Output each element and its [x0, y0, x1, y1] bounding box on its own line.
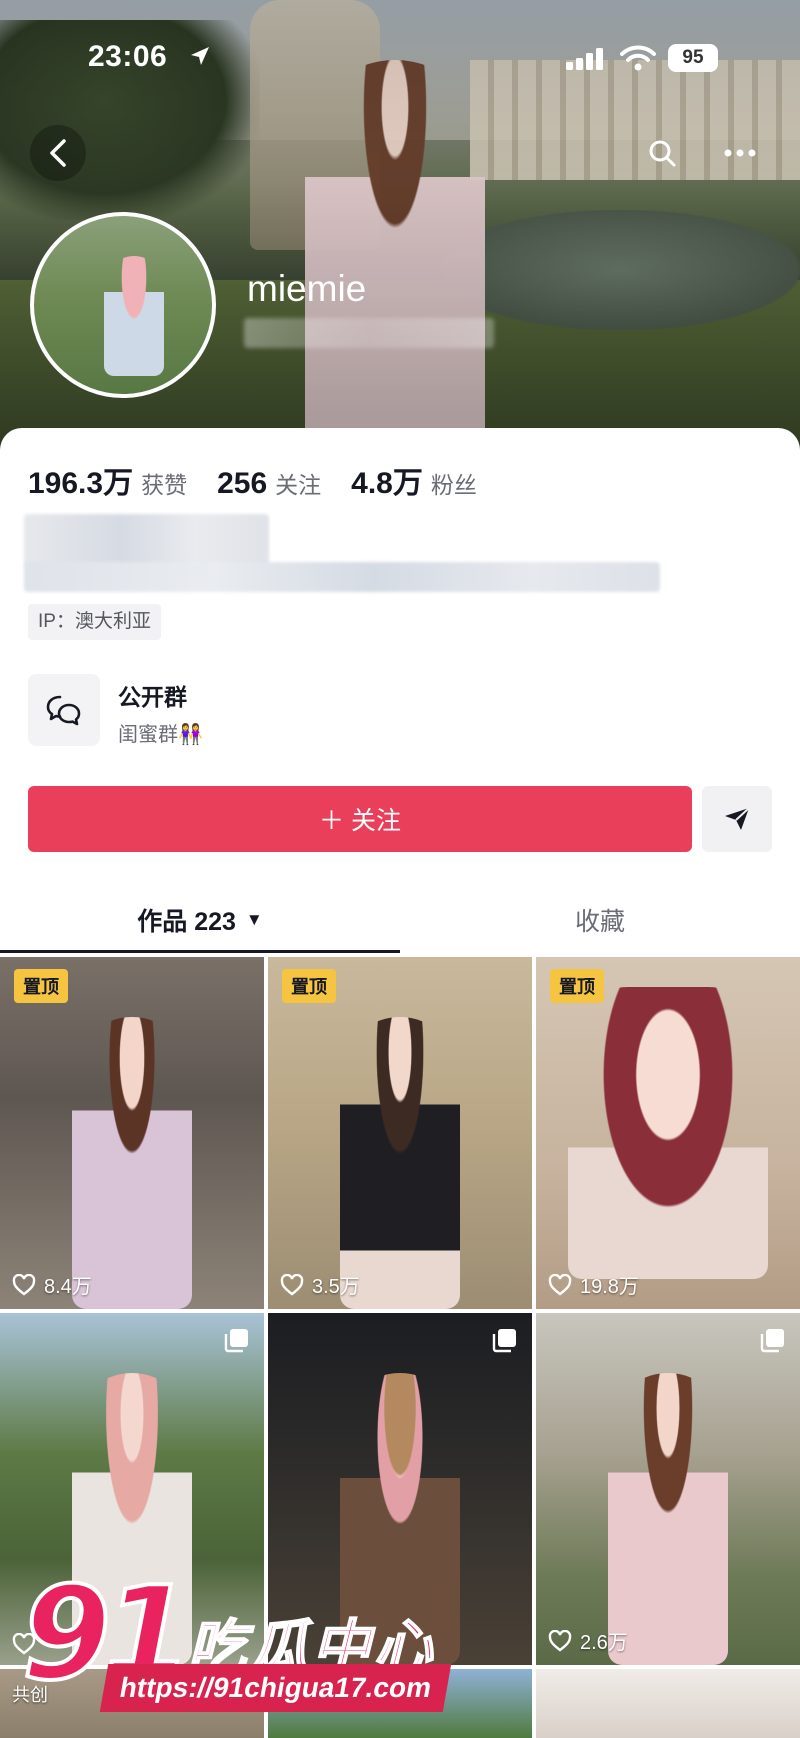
video-likes-count: 19.8万 [580, 1276, 639, 1298]
tab-works-label: 作品 223 [137, 908, 236, 936]
video-tile[interactable]: 置顶 19.8万 [536, 957, 800, 1309]
heart-icon [280, 1273, 304, 1296]
video-tile[interactable] [0, 1313, 264, 1665]
stat-likes-label: 获赞 [141, 472, 188, 498]
pinned-badge: 置顶 [14, 969, 68, 1003]
bio-redacted-line1 [24, 514, 269, 568]
bio-redacted-line2 [24, 562, 660, 592]
stat-followers[interactable]: 4.8万 粉丝 [351, 458, 477, 502]
heart-icon [12, 1633, 36, 1655]
video-thumbnail [268, 1669, 532, 1738]
stat-following-label: 关注 [275, 472, 322, 498]
content-tabs: 作品 223 ▼ 收藏 [0, 890, 800, 950]
video-likes: 2.6万 [548, 1626, 628, 1655]
video-likes: 8.4万 [12, 1270, 92, 1299]
video-likes: 3.5万 [280, 1270, 360, 1299]
tab-active-indicator [0, 950, 400, 953]
video-tile[interactable]: 置顶 3.5万 [268, 957, 532, 1309]
video-thumbnail [536, 1669, 800, 1738]
battery-indicator: 95 [668, 44, 718, 72]
video-tile[interactable]: 共创 [0, 1669, 264, 1738]
video-tile[interactable] [268, 1669, 532, 1738]
more-dots-icon [724, 149, 756, 157]
pinned-badge: 置顶 [282, 969, 336, 1003]
group-chat-icon [28, 674, 100, 746]
video-tile[interactable]: 置顶 8.4万 [0, 957, 264, 1309]
chevron-left-icon [50, 139, 66, 167]
stat-followers-value: 4.8万 [351, 467, 423, 500]
location-arrow-icon [191, 47, 209, 65]
tab-works[interactable]: 作品 223 ▼ [0, 890, 400, 950]
video-likes: 19.8万 [548, 1270, 639, 1299]
group-title: 公开群 [118, 684, 187, 710]
stat-followers-label: 粉丝 [430, 472, 477, 498]
video-tile[interactable] [268, 1313, 532, 1665]
video-person [72, 1373, 192, 1665]
search-button[interactable] [634, 125, 690, 181]
profile-sheet: 196.3万 获赞 256 关注 4.8万 粉丝 IP：澳大利亚 公开群 闺蜜群… [0, 428, 800, 1738]
video-likes [12, 1633, 44, 1655]
video-tile[interactable] [536, 1669, 800, 1738]
video-person [568, 987, 768, 1279]
heart-icon [548, 1629, 572, 1652]
cellular-signal-icon [566, 48, 603, 70]
video-likes-count: 3.5万 [312, 1276, 360, 1298]
ip-location-tag: IP：澳大利亚 [28, 604, 161, 640]
video-likes-count: 2.6万 [580, 1632, 628, 1654]
video-person [340, 1373, 460, 1665]
more-options-button[interactable] [712, 125, 768, 181]
tab-favorites[interactable]: 收藏 [400, 890, 800, 950]
avatar[interactable] [30, 212, 216, 398]
video-likes-count: 8.4万 [44, 1276, 92, 1298]
back-button[interactable] [30, 125, 86, 181]
stat-following[interactable]: 256 关注 [217, 466, 321, 501]
multi-image-icon [492, 1329, 516, 1353]
pinned-badge: 置顶 [550, 969, 604, 1003]
stats-row: 196.3万 获赞 256 关注 4.8万 粉丝 [28, 458, 507, 502]
username: miemie [247, 268, 367, 309]
follow-button[interactable]: ＋ 关注 [28, 786, 692, 852]
share-button[interactable] [702, 786, 772, 852]
video-person [608, 1373, 728, 1665]
search-icon [649, 140, 676, 167]
heart-icon [548, 1273, 572, 1296]
video-person [340, 1017, 460, 1309]
heart-icon [12, 1273, 36, 1296]
wifi-icon [620, 45, 656, 71]
collab-badge: 共创 [12, 1685, 48, 1705]
status-time: 23:06 [88, 40, 168, 73]
user-id-redacted [244, 318, 494, 348]
avatar-person [104, 256, 164, 376]
multi-image-icon [760, 1329, 784, 1353]
stat-likes[interactable]: 196.3万 获赞 [28, 458, 187, 502]
caret-down-icon: ▼ [245, 910, 263, 929]
status-bar: 23:06 95 [0, 0, 800, 110]
stat-following-value: 256 [217, 467, 268, 500]
stat-likes-value: 196.3万 [28, 467, 134, 500]
video-person [72, 1017, 192, 1309]
video-tile[interactable]: 2.6万 [536, 1313, 800, 1665]
send-icon [725, 807, 750, 830]
multi-image-icon [224, 1329, 248, 1353]
group-subtitle: 闺蜜群👭 [118, 724, 203, 746]
group-chat-entry[interactable]: 公开群 闺蜜群👭 [28, 674, 768, 752]
